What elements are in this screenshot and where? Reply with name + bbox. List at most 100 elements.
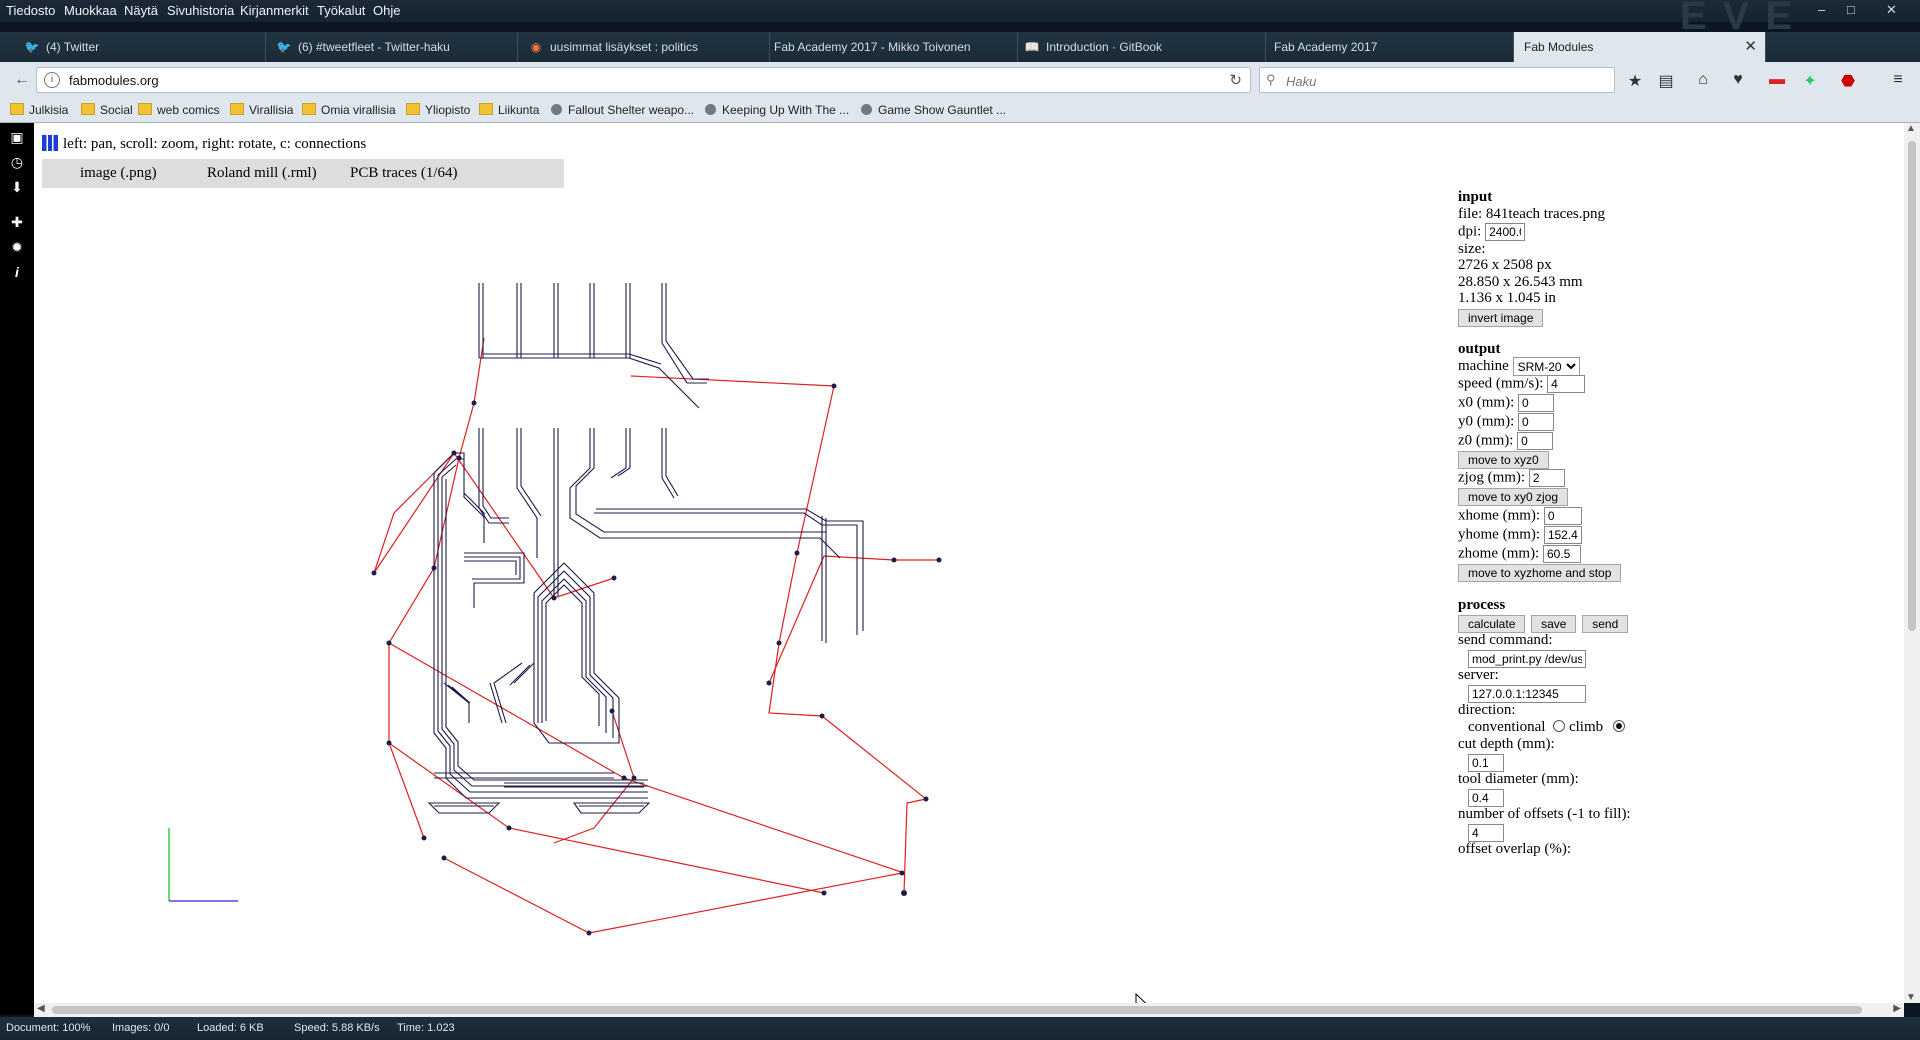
tab-fab-academy[interactable]: Fab Academy 2017 [1266, 32, 1514, 62]
close-window-icon[interactable]: ✕ [1886, 2, 1897, 18]
input-format-menu[interactable]: image (.png) [80, 165, 157, 182]
hamburger-menu-icon[interactable]: ≡ [1888, 71, 1908, 89]
menu-tools[interactable]: Työkalut [317, 3, 365, 18]
menu-file[interactable]: Tiedosto [6, 3, 55, 18]
process-menu[interactable]: PCB traces (1/64) [350, 165, 457, 182]
bookmark-folder[interactable]: Omia virallisia [302, 103, 396, 117]
climb-radio[interactable] [1612, 720, 1625, 732]
menu-history[interactable]: Sivuhistoria [167, 3, 234, 18]
extension-red-icon[interactable]: ▬ [1767, 71, 1787, 89]
y0-label: y0 (mm): [1458, 413, 1515, 430]
zhome-input[interactable] [1542, 545, 1581, 563]
conventional-radio[interactable] [1553, 720, 1566, 732]
reading-list-icon[interactable]: ▤ [1656, 71, 1676, 91]
machine-select[interactable]: SRM-20 [1512, 357, 1580, 376]
status-document: Document: 100% [6, 1022, 91, 1034]
offsets-input[interactable] [1468, 824, 1504, 842]
server-input[interactable] [1468, 685, 1586, 703]
tab-reddit-politics[interactable]: ◉ uusimmat lisäykset : politics [518, 32, 770, 62]
history-clock-icon[interactable]: ◷ [8, 153, 26, 171]
move-to-xy0-zjog-button[interactable]: move to xy0 zjog [1458, 488, 1569, 506]
horizontal-scrollbar[interactable]: ◀ ▶ [34, 1003, 1904, 1017]
close-tab-icon[interactable]: ✕ [1744, 32, 1757, 62]
save-button[interactable]: save [1531, 615, 1577, 633]
tab-gitbook[interactable]: 📖 Introduction · GitBook [1018, 32, 1266, 62]
reload-icon[interactable]: ↻ [1229, 71, 1242, 89]
dpi-input[interactable] [1485, 223, 1526, 241]
puzzle-piece-icon[interactable]: ✚ [8, 213, 26, 231]
calculate-button[interactable]: calculate [1458, 615, 1526, 633]
maximize-window-icon[interactable]: □ [1847, 2, 1855, 17]
scroll-right-arrow-icon[interactable]: ▶ [1893, 1003, 1901, 1014]
tool-diameter-input[interactable] [1468, 789, 1504, 807]
menu-view[interactable]: Näytä [124, 3, 158, 18]
xhome-input[interactable] [1543, 507, 1582, 525]
vertical-scrollbar[interactable]: ▲ ▼ [1904, 123, 1920, 1003]
home-icon[interactable]: ⌂ [1693, 71, 1713, 89]
fab-modules-grid-icon [42, 135, 58, 151]
search-input[interactable] [1284, 71, 1608, 91]
back-arrow-icon[interactable]: ← [12, 70, 32, 90]
invert-image-button[interactable]: invert image [1458, 309, 1544, 327]
xhome-label: xhome (mm): [1458, 507, 1541, 524]
y0-input[interactable] [1518, 413, 1554, 431]
bookmark-star-icon[interactable]: ★ [1625, 71, 1645, 91]
extension-colorful-icon[interactable]: ✦ [1800, 71, 1820, 91]
vertical-scroll-thumb[interactable] [1908, 141, 1916, 631]
output-format-menu[interactable]: Roland mill (.rml) [207, 165, 317, 182]
bookmark-folder[interactable]: Social [81, 103, 133, 117]
speed-input[interactable] [1547, 375, 1586, 393]
tab-twitter[interactable]: 🐦 (4) Twitter [14, 32, 266, 62]
horizontal-scroll-thumb[interactable] [52, 1006, 1862, 1014]
menu-edit[interactable]: Muokkaa [64, 3, 117, 18]
yhome-input[interactable] [1543, 526, 1582, 544]
tab-fab-academy-mikko[interactable]: Fab Academy 2017 - Mikko Toivonen [770, 32, 1018, 62]
zjog-input[interactable] [1528, 469, 1565, 487]
move-to-xyzhome-button[interactable]: move to xyzhome and stop [1458, 564, 1622, 582]
globe-icon [861, 104, 872, 115]
minimize-window-icon[interactable]: – [1818, 2, 1825, 17]
adblock-plus-icon[interactable]: ⬣ [1838, 71, 1858, 91]
menu-bookmarks[interactable]: Kirjanmerkit [240, 3, 309, 18]
settings-gear-icon[interactable]: ✹ [8, 238, 26, 256]
search-box[interactable]: ⚲ [1259, 67, 1615, 93]
site-info-icon[interactable]: i [44, 72, 60, 88]
bookmark-folder[interactable]: Virallisia [230, 103, 293, 117]
scroll-up-arrow-icon[interactable]: ▲ [1906, 123, 1916, 134]
scroll-down-arrow-icon[interactable]: ▼ [1906, 992, 1916, 1003]
pocket-icon[interactable]: ♥ [1728, 71, 1748, 89]
cut-depth-input[interactable] [1468, 754, 1504, 772]
mode-bar: image (.png) Roland mill (.rml) PCB trac… [42, 159, 564, 188]
bookmark-folder[interactable]: Liikunta [479, 103, 539, 117]
url-text[interactable]: fabmodules.org [69, 73, 159, 88]
tab-fab-modules[interactable]: Fab Modules ✕ [1514, 32, 1766, 62]
bookmark-link[interactable]: Game Show Gauntlet ... [861, 103, 1006, 117]
bookmark-folder[interactable]: Yliopisto [406, 103, 470, 117]
zjog-row: zjog (mm): [1458, 469, 1565, 487]
zjog-label: zjog (mm): [1458, 469, 1526, 486]
tab-twitter-search[interactable]: 🐦 (6) #tweetfleet - Twitter-haku [266, 32, 518, 62]
url-bar[interactable]: i fabmodules.org ↻ [36, 67, 1251, 93]
send-command-input[interactable] [1468, 650, 1586, 668]
bookmark-folder[interactable]: Julkisia [10, 103, 68, 117]
download-arrow-icon[interactable]: ⬇ [8, 178, 26, 196]
bookmark-folder[interactable]: web comics [138, 103, 220, 117]
info-icon[interactable]: i [8, 263, 26, 281]
menu-help[interactable]: Ohje [373, 3, 400, 18]
move-to-xyz0-button[interactable]: move to xyz0 [1458, 451, 1549, 469]
toolpath-canvas[interactable] [34, 123, 1434, 1003]
x0-input[interactable] [1518, 394, 1554, 412]
folder-icon [10, 103, 24, 115]
menu-bar: Tiedosto Muokkaa Näytä Sivuhistoria Kirj… [0, 0, 1920, 38]
bookmark-label: Keeping Up With The ... [722, 103, 850, 117]
bookmark-label: Liikunta [498, 103, 540, 117]
send-button[interactable]: send [1582, 615, 1629, 633]
bookmarks-sidebar-icon[interactable]: ▣ [8, 128, 26, 146]
page-content: left: pan, scroll: zoom, right: rotate, … [34, 123, 1904, 1003]
bookmark-link[interactable]: Keeping Up With The ... [705, 103, 849, 117]
bookmark-link[interactable]: Fallout Shelter weapo... [551, 103, 694, 117]
size-label: size: [1458, 241, 1486, 257]
z0-input[interactable] [1517, 432, 1554, 450]
tab-label: Fab Academy 2017 [1274, 40, 1378, 54]
scroll-left-arrow-icon[interactable]: ◀ [37, 1003, 45, 1014]
